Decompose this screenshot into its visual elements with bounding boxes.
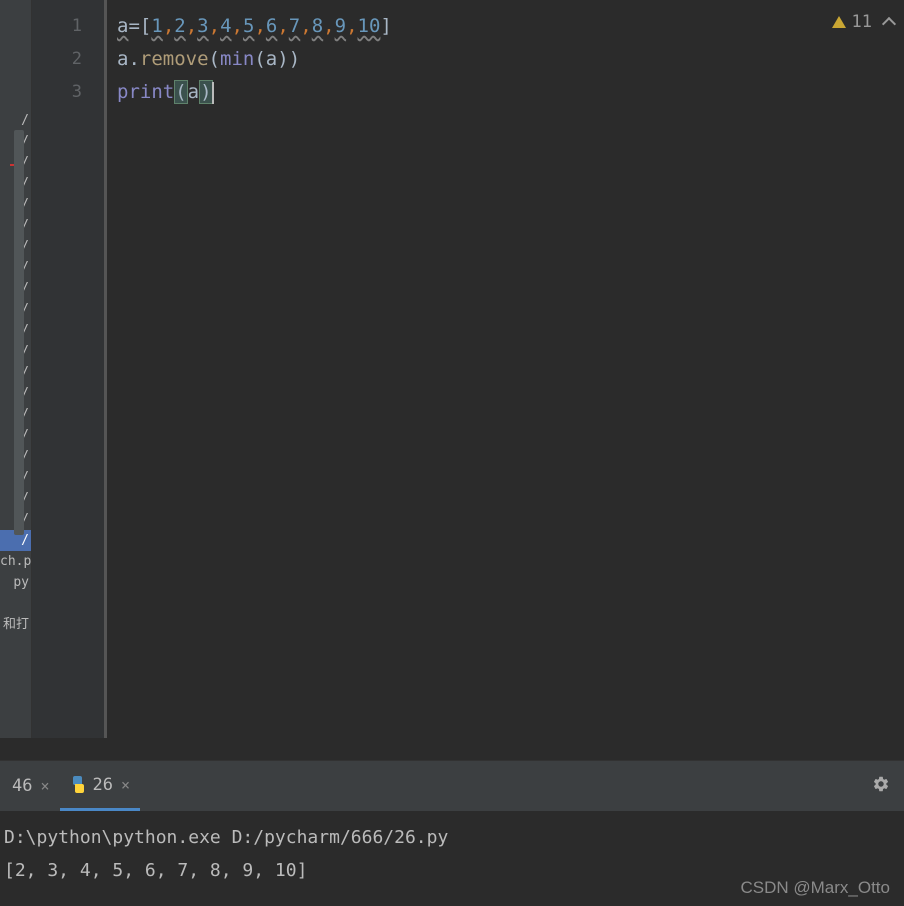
warning-icon [832,16,846,28]
line-number[interactable]: 2 [32,43,104,76]
python-icon [70,776,87,793]
file-tree-item[interactable] [0,593,31,614]
editor-scrollbar[interactable] [892,40,904,738]
code-line-1[interactable]: a=[1,2,3,4,5,6,7,8,9,10] [117,10,904,43]
console-command: D:\python\python.exe D:/pycharm/666/26.p… [4,821,900,854]
close-icon[interactable]: × [40,777,49,795]
code-line-2[interactable]: a.remove(min(a)) [117,43,904,76]
warning-count: 11 [852,12,872,32]
editor-container: /////////////////////ch.ppy和打 1 2 3 a=[1… [0,0,904,738]
file-tree[interactable]: /////////////////////ch.ppy和打 [0,0,32,738]
file-tree-item[interactable]: py [0,572,31,593]
tab-label: 46 [12,776,32,796]
line-number[interactable]: 3 [32,76,104,109]
tab-label: 26 [93,775,113,795]
run-tab-bar: 46 × 26 × [0,761,904,811]
watermark: CSDN @Marx_Otto [740,878,890,898]
chevron-up-icon[interactable] [882,17,896,31]
file-tree-item[interactable]: / [0,110,31,131]
inspection-widget[interactable]: 11 [832,12,894,32]
code-line-3[interactable]: print(a) [117,76,904,109]
file-tree-item[interactable]: ch.p [0,551,31,572]
run-tab-46[interactable]: 46 × [2,761,60,811]
close-icon[interactable]: × [121,776,130,794]
file-tree-item[interactable]: 和打 [0,614,31,635]
line-number[interactable]: 1 [32,10,104,43]
gear-icon[interactable] [872,775,890,793]
code-editor[interactable]: a=[1,2,3,4,5,6,7,8,9,10] a.remove(min(a)… [105,0,904,738]
run-tab-26[interactable]: 26 × [60,761,141,811]
line-gutter[interactable]: 1 2 3 [32,0,105,738]
scrollbar-thumb[interactable] [14,130,24,535]
text-cursor [212,82,214,104]
